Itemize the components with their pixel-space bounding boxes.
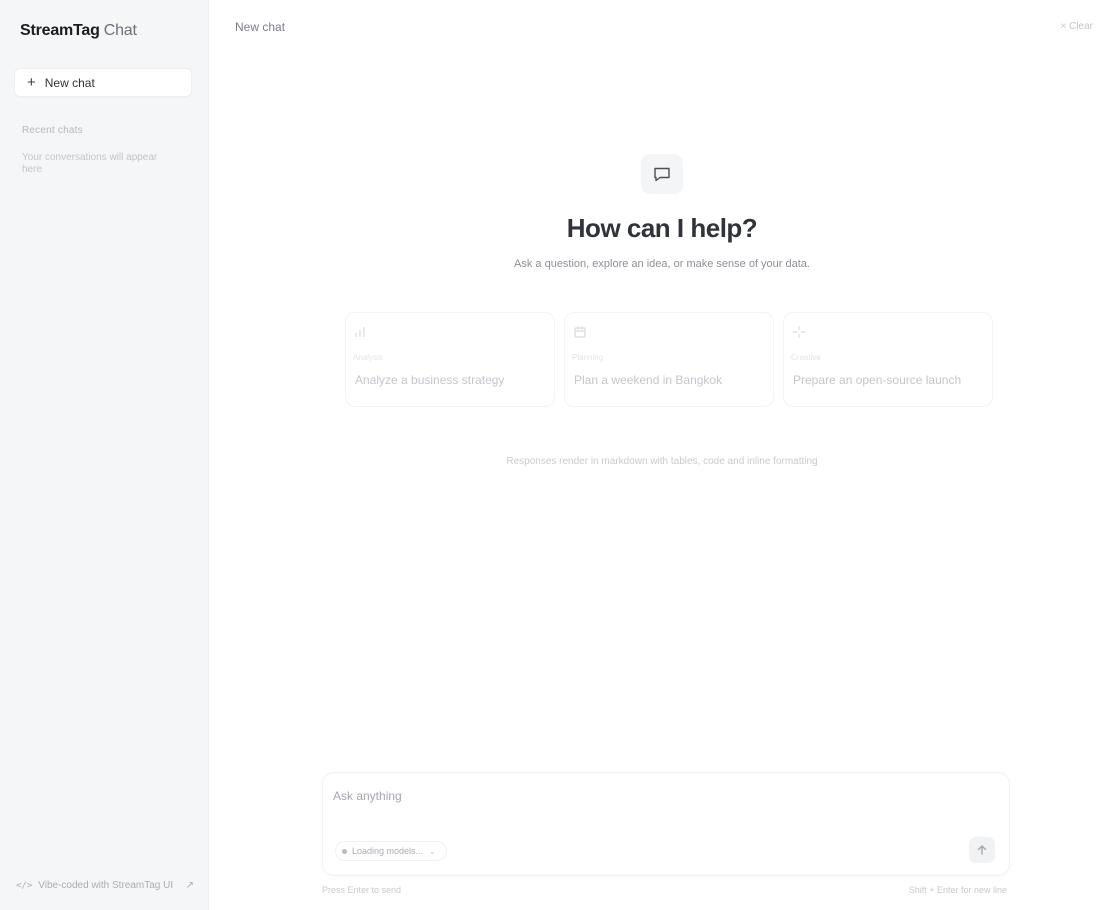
hero-title: How can I help? bbox=[566, 213, 758, 243]
hero-subtitle: Ask a question, explore an idea, or make… bbox=[514, 258, 810, 270]
chat-bubble-icon bbox=[641, 154, 683, 194]
calendar-icon bbox=[573, 325, 587, 339]
clear-label: Clear bbox=[1069, 21, 1093, 32]
model-selector[interactable]: Loading models... ⌄ bbox=[335, 841, 447, 861]
send-button[interactable] bbox=[969, 837, 995, 863]
plus-icon: + bbox=[27, 74, 36, 91]
chart-icon bbox=[354, 325, 368, 339]
suggestion-card-creative[interactable]: Creative Prepare an open-source launch bbox=[783, 312, 993, 407]
suggestion-card-analysis[interactable]: Analysis Analyze a business strategy bbox=[345, 312, 555, 407]
send-hint: Press Enter to send bbox=[322, 885, 402, 895]
message-composer: Loading models... ⌄ bbox=[322, 772, 1010, 876]
sidebar: StreamTag Chat + New chat Recent chats Yo… bbox=[0, 0, 209, 910]
suggestion-card-tag: Planning bbox=[572, 353, 604, 362]
sidebar-footer-link[interactable]: </> Vibe-coded with StreamTag UI ↗ bbox=[16, 880, 194, 891]
brand-suffix: Chat bbox=[103, 22, 137, 39]
new-chat-label: New chat bbox=[44, 75, 95, 90]
brand-name: StreamTag bbox=[20, 22, 100, 39]
recent-chats-heading: Recent chats bbox=[22, 125, 83, 136]
code-icon: </> bbox=[16, 880, 33, 891]
status-dot-icon bbox=[342, 848, 347, 854]
clear-icon: × bbox=[1060, 21, 1070, 32]
recent-chats-empty-state: Your conversations will appear here bbox=[22, 152, 158, 175]
suggestion-card-tag: Creative bbox=[791, 353, 821, 362]
sidebar-footer-label: Vibe-coded with StreamTag UI bbox=[38, 880, 174, 891]
newline-hint: Shift + Enter for new line bbox=[908, 885, 1007, 895]
suggestion-card-text: Plan a weekend in Bangkok bbox=[574, 373, 723, 387]
external-link-icon: ↗ bbox=[185, 880, 194, 891]
suggestion-card-planning[interactable]: Planning Plan a weekend in Bangkok bbox=[564, 312, 774, 407]
new-chat-button[interactable]: + New chat bbox=[14, 68, 192, 97]
capabilities-note: Responses render in markdown with tables… bbox=[506, 456, 818, 467]
page-title: New chat bbox=[235, 20, 286, 34]
suggestion-card-text: Analyze a business strategy bbox=[355, 373, 505, 387]
arrow-up-icon bbox=[977, 845, 987, 855]
clear-button[interactable]: × Clear bbox=[1060, 21, 1093, 32]
suggestion-cards: Analysis Analyze a business strategy Pla… bbox=[345, 312, 993, 407]
chevron-down-icon: ⌄ bbox=[429, 846, 436, 856]
model-selector-label: Loading models... bbox=[352, 846, 424, 856]
brand-logo: StreamTag Chat bbox=[20, 22, 137, 40]
suggestion-card-tag: Analysis bbox=[353, 353, 383, 362]
suggestion-card-text: Prepare an open-source launch bbox=[793, 373, 962, 387]
message-input[interactable] bbox=[333, 787, 893, 805]
sparkle-icon bbox=[792, 325, 806, 339]
